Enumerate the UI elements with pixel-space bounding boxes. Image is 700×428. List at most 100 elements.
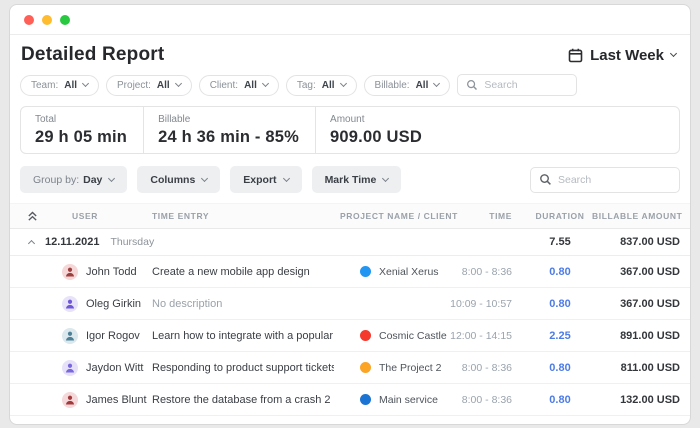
- search-icon: [466, 79, 478, 91]
- table-search-input[interactable]: [558, 174, 671, 186]
- chevron-down-icon: [283, 174, 290, 181]
- project-cell: Xenial Xerus: [334, 266, 446, 278]
- summary-total: Total 29 h 05 min: [21, 107, 143, 153]
- filter-project-value: All: [157, 80, 170, 91]
- export-button[interactable]: Export: [230, 166, 301, 193]
- time-range: 8:00 - 8:36: [446, 266, 528, 278]
- project-color-dot: [360, 394, 371, 405]
- column-header-time-entry: TIME ENTRY: [146, 211, 334, 221]
- summary-billable-label: Billable: [158, 114, 299, 125]
- filter-team[interactable]: Team:All: [20, 75, 99, 96]
- filter-tag[interactable]: Tag:All: [286, 75, 357, 96]
- group-by-value: Day: [83, 174, 102, 186]
- user-cell: James Blunt: [50, 392, 146, 408]
- billable-amount: 367.00 USD: [592, 298, 680, 310]
- time-entry-row[interactable]: Igor Rogov Learn how to integrate with a…: [10, 320, 690, 352]
- filter-client[interactable]: Client:All: [199, 75, 279, 96]
- chevron-down-icon: [262, 80, 269, 87]
- search-icon: [539, 173, 552, 186]
- filter-search-input[interactable]: [484, 79, 568, 91]
- group-row-label: 13.11.2021 Friday: [20, 423, 446, 425]
- period-label: Last Week: [590, 47, 664, 64]
- user-cell: Jaydon Witt: [50, 360, 146, 376]
- filter-project-label: Project:: [117, 80, 151, 91]
- summary-total-value: 29 h 05 min: [35, 128, 127, 147]
- time-entry-description: Restore the database from a crash 2 days…: [146, 394, 334, 406]
- user-avatar-icon: [62, 360, 78, 376]
- duration-value: 0.80: [528, 266, 592, 278]
- time-entry-row[interactable]: John Todd Create a new mobile app design…: [10, 256, 690, 288]
- table-toolbar: Group by: Day Columns Export Mark Time: [20, 166, 680, 193]
- billable-amount: 367.00 USD: [592, 266, 680, 278]
- filter-project[interactable]: Project: All: [106, 75, 192, 96]
- filter-team-value: All: [64, 80, 77, 91]
- page-title: Detailed Report: [21, 44, 164, 66]
- time-range: 10:09 - 10:57: [446, 298, 528, 310]
- mark-time-label: Mark Time: [325, 174, 377, 186]
- time-entry-row[interactable]: Oleg Girkin No description 10:09 - 10:57…: [10, 288, 690, 320]
- time-entry-row[interactable]: James Blunt Restore the database from a …: [10, 384, 690, 416]
- billable-amount: 891.00 USD: [592, 330, 680, 342]
- detailed-report-table: USER TIME ENTRY PROJECT NAME / CLIENT TI…: [10, 203, 690, 425]
- project-cell: The Project 2: [334, 362, 446, 374]
- user-avatar-icon: [62, 392, 78, 408]
- chevron-down-icon: [175, 80, 182, 87]
- project-name: Cosmic Castle: [379, 330, 447, 342]
- group-weekday: Friday: [110, 423, 139, 425]
- filter-client-label: Client:: [210, 80, 238, 91]
- window-titlebar: [10, 5, 690, 35]
- time-entry-description: Responding to product support tickets: [146, 362, 334, 374]
- column-header-project: PROJECT NAME / CLIENT: [334, 211, 446, 221]
- project-color-dot: [360, 266, 371, 277]
- minimize-window-icon[interactable]: [42, 15, 52, 25]
- group-date: 12.11.2021: [45, 236, 99, 248]
- chevron-down-icon: [339, 80, 346, 87]
- group-date: 13.11.2021: [45, 423, 99, 425]
- time-range: 8:00 - 8:36: [446, 394, 528, 406]
- filter-billable[interactable]: Billable:All: [364, 75, 451, 96]
- duration-value: 0.80: [528, 394, 592, 406]
- user-avatar-icon: [62, 264, 78, 280]
- summary-billable-value: 24 h 36 min - 85%: [158, 128, 299, 147]
- mark-time-button[interactable]: Mark Time: [312, 166, 402, 193]
- period-selector[interactable]: Last Week: [568, 47, 676, 64]
- project-color-dot: [360, 330, 371, 341]
- chevron-down-icon: [382, 174, 389, 181]
- close-window-icon[interactable]: [24, 15, 34, 25]
- project-name: Main service: [379, 394, 438, 406]
- group-amount-total: 837.00 USD: [592, 236, 680, 248]
- group-duration-total: 7.55: [528, 236, 592, 248]
- columns-label: Columns: [150, 174, 195, 186]
- table-search: [530, 167, 680, 193]
- user-cell: John Todd: [50, 264, 146, 280]
- group-by-label: Group by:: [33, 174, 79, 186]
- group-row-label: 12.11.2021 Thursday: [20, 236, 446, 248]
- chevron-down-icon: [433, 80, 440, 87]
- filter-tag-value: All: [322, 80, 335, 91]
- column-header-user: USER: [50, 211, 146, 221]
- project-cell: Cosmic Castle: [334, 330, 446, 342]
- filter-bar: Team:All Project:All Client:All Tag:All …: [10, 66, 690, 96]
- calendar-icon: [568, 48, 583, 63]
- column-header-billable-amount: BILLABLE AMOUNT: [592, 211, 680, 221]
- time-entry-description: No description: [146, 298, 334, 310]
- duration-value: 2.25: [528, 330, 592, 342]
- summary-amount-value: 909.00 USD: [330, 128, 422, 147]
- user-cell: Igor Rogov: [50, 328, 146, 344]
- columns-button[interactable]: Columns: [137, 166, 220, 193]
- zoom-window-icon[interactable]: [60, 15, 70, 25]
- report-header: Detailed Report Last Week: [10, 35, 690, 66]
- column-header-duration: DURATION: [528, 211, 592, 221]
- app-window: Detailed Report Last Week Team:All Proje…: [9, 4, 691, 425]
- billable-amount: 811.00 USD: [592, 362, 680, 374]
- collapse-all-icon[interactable]: [20, 211, 50, 222]
- table-header-row: USER TIME ENTRY PROJECT NAME / CLIENT TI…: [10, 203, 690, 229]
- column-header-time: TIME: [446, 211, 528, 221]
- group-row-friday[interactable]: 13.11.2021 Friday: [10, 416, 690, 425]
- user-avatar-icon: [62, 328, 78, 344]
- user-avatar-icon: [62, 296, 78, 312]
- group-by-button[interactable]: Group by: Day: [20, 166, 127, 193]
- time-range: 8:00 - 8:36: [446, 362, 528, 374]
- group-row-thursday[interactable]: 12.11.2021 Thursday 7.55 837.00 USD: [10, 229, 690, 256]
- time-entry-row[interactable]: Jaydon Witt Responding to product suppor…: [10, 352, 690, 384]
